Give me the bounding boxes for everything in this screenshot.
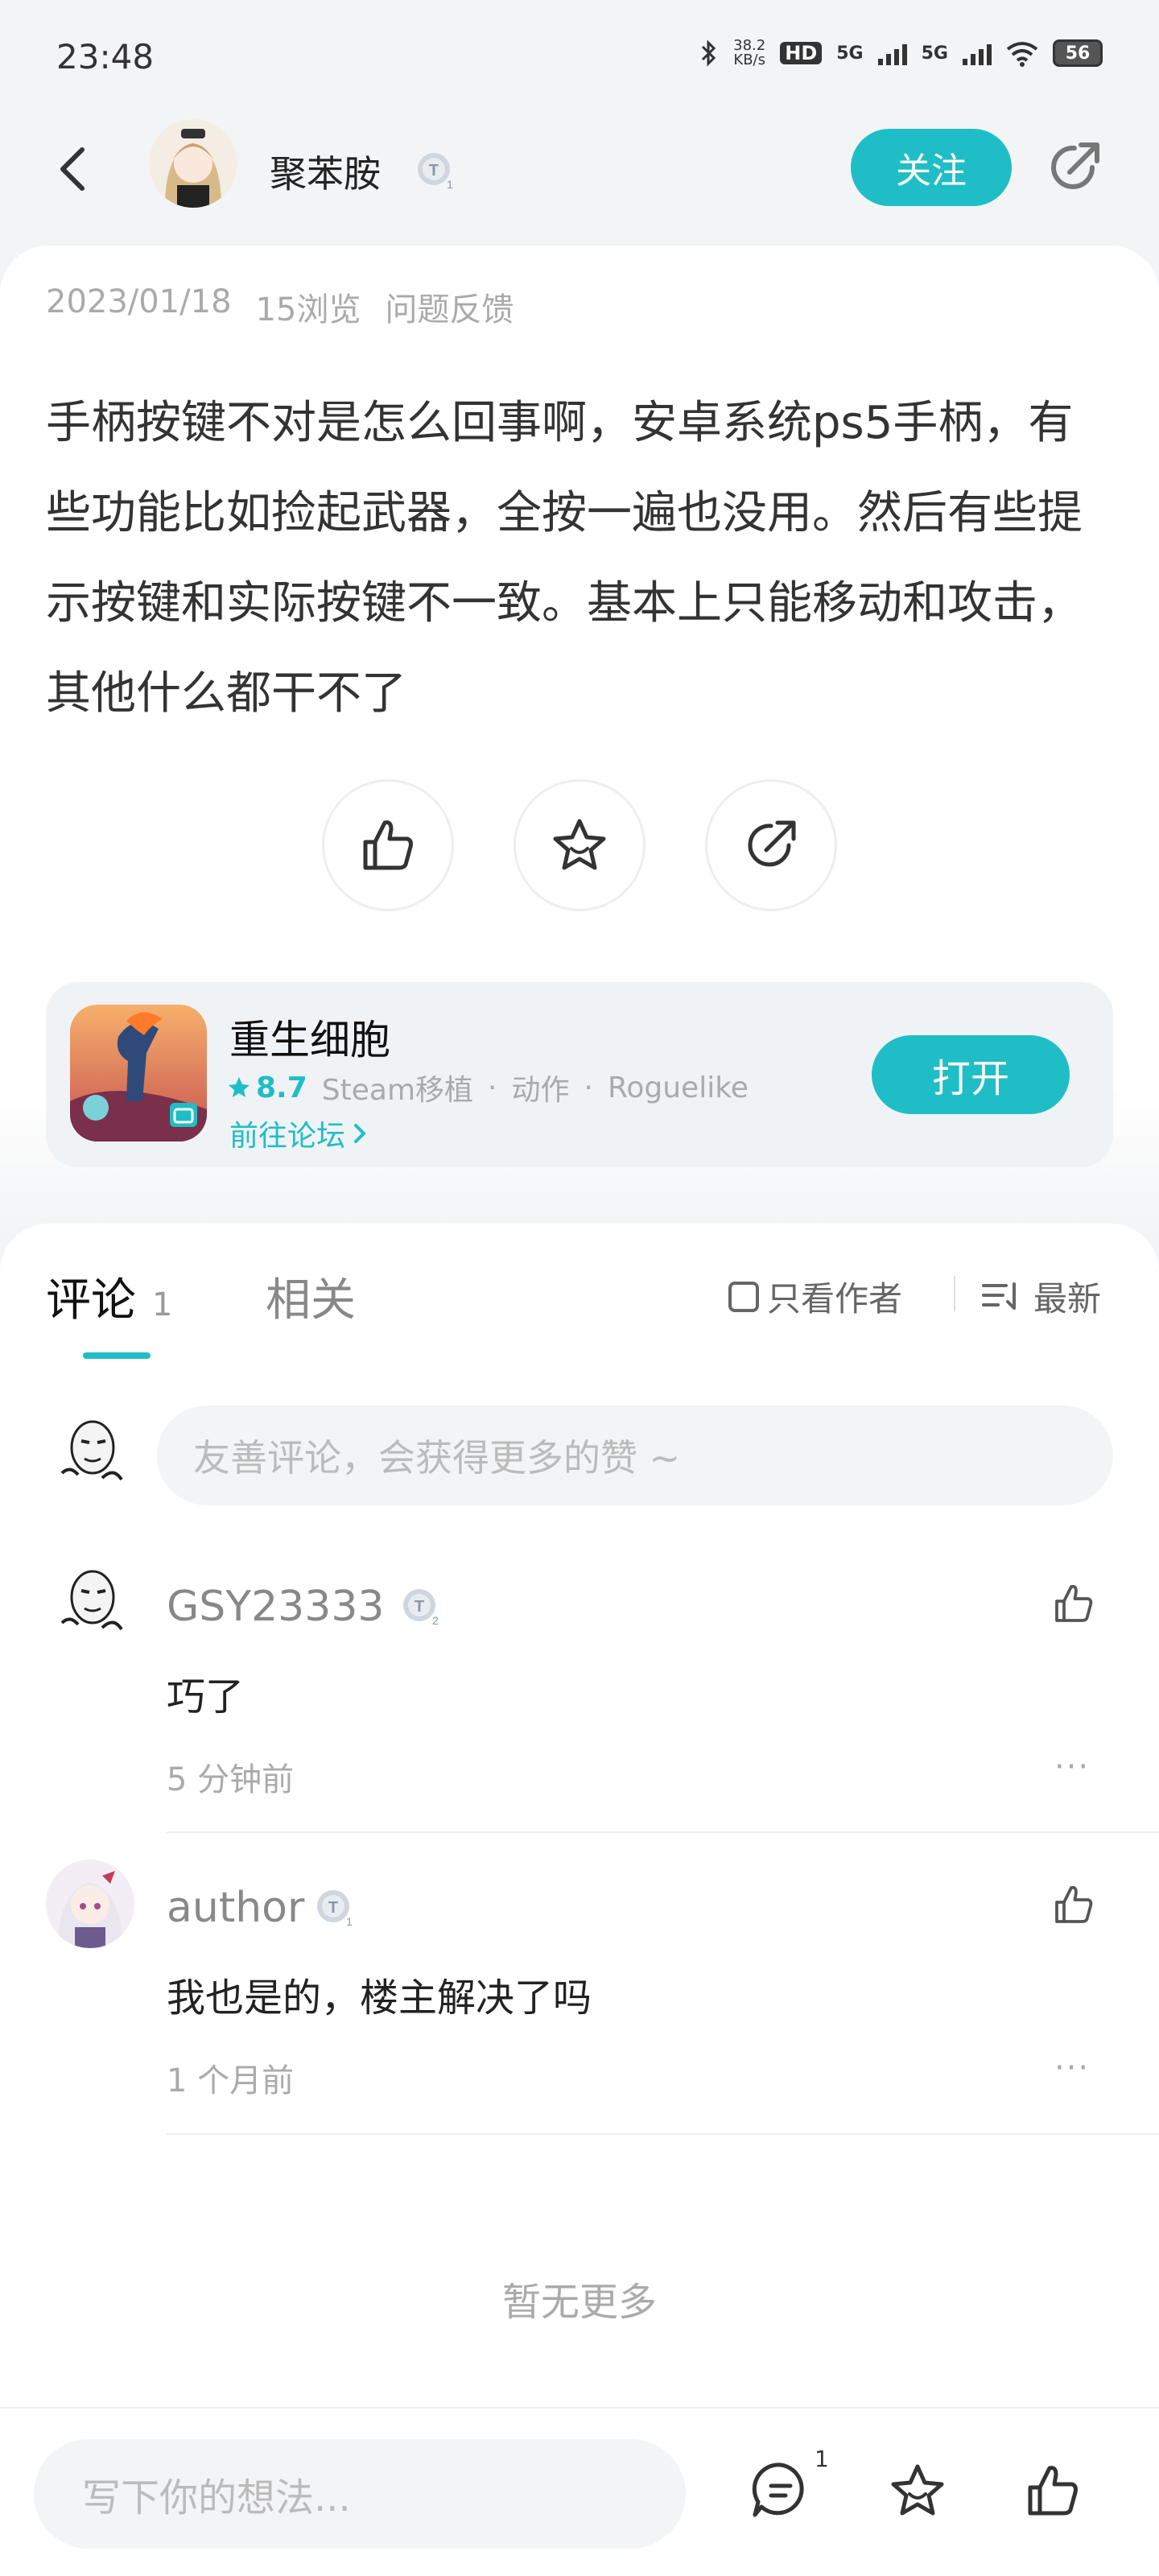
- tab-related[interactable]: 相关: [266, 1264, 356, 1329]
- svg-text:1: 1: [346, 1915, 353, 1928]
- more-options-icon[interactable]: ···: [1054, 1748, 1090, 1785]
- commenter-avatar[interactable]: [46, 1558, 134, 1647]
- post-body: 手柄按键不对是怎么回事啊，安卓系统ps5手柄，有些功能比如捡起武器，全按一遍也没…: [46, 397, 1083, 720]
- sort-button[interactable]: 最新: [982, 1272, 1101, 1321]
- star-icon: [553, 819, 606, 870]
- game-info: 8.7 Steam移植 · 动作 · Roguelike: [227, 1067, 749, 1108]
- thumbs-up-icon: [363, 820, 413, 870]
- back-icon[interactable]: [48, 137, 97, 201]
- author-name[interactable]: 聚苯胺: [270, 145, 381, 198]
- post-meta: 2023/01/18 15浏览 问题反馈: [46, 283, 514, 330]
- tab-comments[interactable]: 评论 1: [46, 1264, 172, 1329]
- like-icon[interactable]: [1021, 2458, 1085, 2526]
- game-tag: 动作: [511, 1074, 570, 1107]
- comment-time: 1 个月前: [167, 2062, 295, 2099]
- sim2-signal-icon: [963, 41, 992, 65]
- sim1-signal-icon: [877, 41, 907, 65]
- level-badge-icon: T2: [400, 1586, 442, 1631]
- commenter-name[interactable]: GSY23333: [167, 1583, 385, 1631]
- thumbs-up-icon: [1055, 1584, 1093, 1622]
- comments-section: [0, 1224, 1159, 2415]
- chevron-right-icon: [354, 1124, 366, 1143]
- svg-text:2: 2: [432, 1614, 439, 1627]
- favorite-icon[interactable]: [885, 2458, 950, 2526]
- comment-text: 我也是的，楼主解决了吗: [167, 1975, 592, 2021]
- comment-icon[interactable]: [749, 2458, 813, 2526]
- tag-separator: ·: [584, 1071, 593, 1104]
- comment-like-button[interactable]: [1050, 1880, 1098, 1932]
- tab-comments-count: 1: [152, 1286, 173, 1323]
- game-forum-link[interactable]: 前往论坛: [229, 1113, 368, 1154]
- tag-separator: ·: [488, 1071, 497, 1104]
- my-avatar[interactable]: [46, 1409, 134, 1497]
- comment-input[interactable]: 友善评论，会获得更多的赞 ~: [157, 1406, 1113, 1505]
- divider: [167, 2133, 1159, 2135]
- sim1-label: 5G: [836, 43, 864, 64]
- status-time: 23:48: [56, 37, 155, 76]
- thumbs-up-icon: [1028, 2466, 1078, 2516]
- sort-icon: [982, 1282, 1016, 1310]
- game-tag: Roguelike: [607, 1071, 749, 1104]
- post-category[interactable]: 问题反馈: [385, 283, 514, 330]
- comment-like-button[interactable]: [1050, 1579, 1098, 1631]
- comment-time: 5 分钟前: [167, 1761, 295, 1798]
- star-icon: [229, 1077, 250, 1097]
- game-tag: Steam移植: [321, 1074, 474, 1107]
- post-views: 15浏览: [255, 291, 361, 328]
- svg-text:1: 1: [447, 178, 453, 191]
- favorite-button[interactable]: [514, 779, 645, 911]
- post-date: 2023/01/18: [46, 283, 232, 320]
- reply-input[interactable]: 写下你的想法...: [34, 2439, 686, 2549]
- share-button[interactable]: [705, 779, 837, 911]
- checkbox-icon: [728, 1281, 759, 1312]
- sim2-label: 5G: [921, 43, 948, 64]
- svg-text:T: T: [429, 162, 439, 180]
- author-only-toggle[interactable]: 只看作者: [728, 1272, 902, 1321]
- hd-indicator: HD: [780, 42, 823, 64]
- commenter-avatar[interactable]: [46, 1860, 134, 1948]
- status-icons: 38.2 KB/s HD 5G 5G 56: [699, 39, 1103, 68]
- game-title[interactable]: 重生细胞: [229, 1008, 390, 1066]
- level-badge-icon: T1: [415, 150, 456, 195]
- star-icon: [891, 2464, 944, 2516]
- share-icon[interactable]: [1042, 135, 1107, 203]
- tab-indicator: [83, 1352, 151, 1359]
- comment-text: 巧了: [167, 1674, 245, 1719]
- commenter-name[interactable]: author: [167, 1884, 304, 1932]
- battery-icon: 56: [1053, 39, 1103, 67]
- net-speed: 38.2 KB/s: [733, 37, 766, 68]
- divider: [167, 1831, 1159, 1833]
- level-badge-icon: T1: [314, 1887, 356, 1932]
- thumbs-up-icon: [1055, 1885, 1093, 1923]
- svg-text:T: T: [328, 1899, 338, 1917]
- comment-count-badge: 1: [815, 2446, 829, 2472]
- follow-button[interactable]: 关注: [851, 129, 1012, 206]
- no-more-label: 暂无更多: [501, 2280, 657, 2325]
- game-icon[interactable]: [70, 1005, 207, 1141]
- author-avatar[interactable]: [149, 119, 237, 208]
- bluetooth-icon: [702, 39, 716, 67]
- divider: [954, 1276, 955, 1311]
- share-icon: [748, 820, 796, 867]
- wifi-icon: [1006, 42, 1038, 67]
- game-rating: 8.7: [227, 1071, 307, 1104]
- like-button[interactable]: [322, 779, 454, 911]
- svg-text:T: T: [415, 1598, 424, 1616]
- more-options-icon[interactable]: ···: [1054, 2050, 1090, 2087]
- open-game-button[interactable]: 打开: [872, 1035, 1070, 1114]
